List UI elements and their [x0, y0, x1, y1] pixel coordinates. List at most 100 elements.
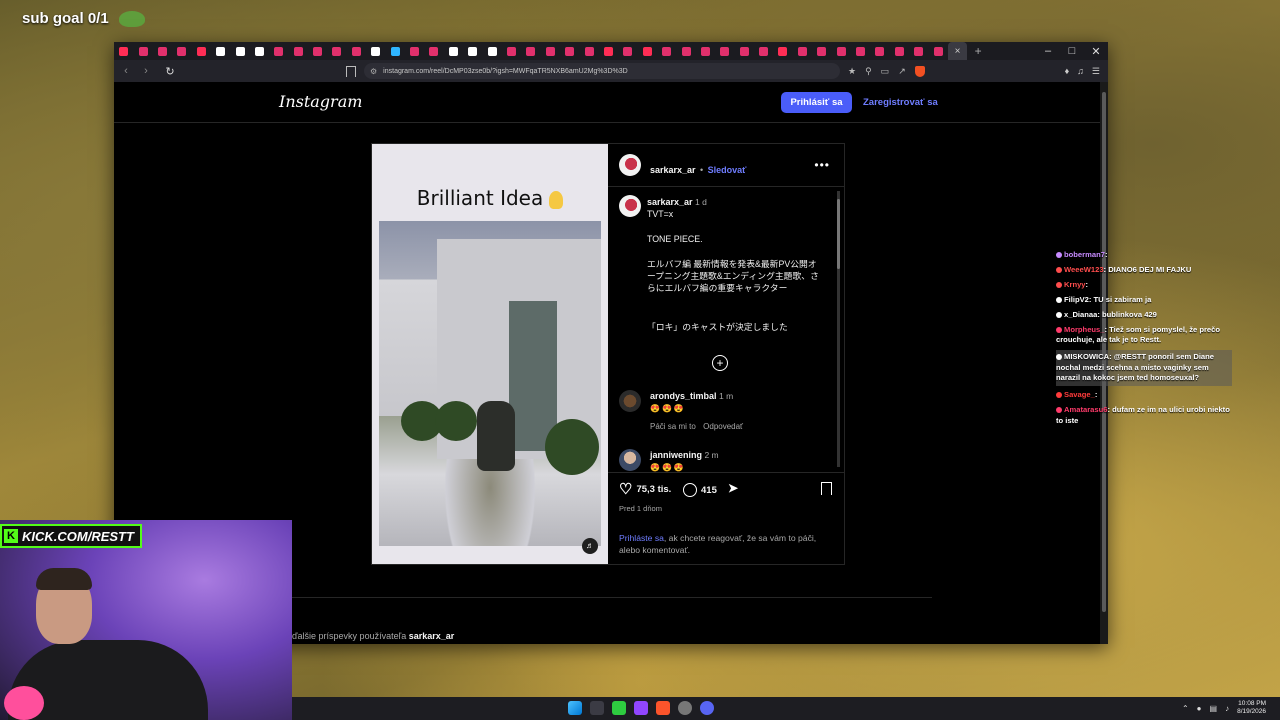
network-icon[interactable]: ▤: [1210, 704, 1218, 713]
browser-tab[interactable]: [114, 42, 133, 60]
browser-tab[interactable]: [754, 42, 773, 60]
chat-username[interactable]: WeeeW123: [1064, 265, 1104, 274]
forward-icon[interactable]: ›: [138, 65, 154, 77]
caption-username[interactable]: sarkarx_ar: [647, 197, 693, 207]
brave-icon[interactable]: [656, 701, 670, 715]
login-prompt-link[interactable]: Prihláste sa: [619, 533, 664, 543]
login-button[interactable]: Prihlásiť sa: [781, 92, 852, 113]
heart-icon[interactable]: ♡: [619, 480, 632, 498]
instagram-logo[interactable]: Instagram: [279, 92, 362, 111]
browser-tab[interactable]: [250, 42, 269, 60]
extensions-icon[interactable]: ♦: [1065, 66, 1070, 77]
reload-icon[interactable]: ↻: [162, 65, 178, 78]
browser-tab[interactable]: [211, 42, 230, 60]
chat-username[interactable]: FilipV2: [1064, 295, 1089, 304]
obs-icon[interactable]: [612, 701, 626, 715]
signup-link[interactable]: Zaregistrovať sa: [863, 97, 938, 108]
like-action[interactable]: ♡ 75,3 tis.: [619, 480, 671, 498]
browser-tab[interactable]: [385, 42, 404, 60]
translate-icon[interactable]: ★: [848, 66, 856, 77]
chat-username[interactable]: boberman7: [1064, 250, 1105, 259]
browser-tab[interactable]: [928, 42, 947, 60]
cast-icon[interactable]: ▭: [881, 66, 890, 77]
browser-tab[interactable]: [773, 42, 792, 60]
browser-tab[interactable]: [676, 42, 695, 60]
microphone-icon[interactable]: ●: [1197, 704, 1202, 713]
file-explorer-icon[interactable]: [590, 701, 604, 715]
tray-chevron-icon[interactable]: ⌃: [1182, 704, 1189, 713]
menu-icon[interactable]: ☰: [1092, 66, 1100, 77]
browser-tab[interactable]: [172, 42, 191, 60]
chat-username[interactable]: Amatarasu6: [1064, 405, 1107, 414]
caption-avatar[interactable]: [619, 195, 641, 217]
browser-tab[interactable]: [289, 42, 308, 60]
share-page-icon[interactable]: ↗: [898, 66, 906, 77]
window-close-icon[interactable]: ✕: [1084, 45, 1108, 58]
mute-icon[interactable]: ♬: [582, 538, 598, 554]
chat-username[interactable]: x_Dianaa: [1064, 310, 1097, 319]
share-icon[interactable]: ➤: [728, 481, 738, 495]
author-avatar[interactable]: [619, 154, 641, 176]
follow-button[interactable]: Sledovať: [708, 165, 747, 175]
comment-1-username[interactable]: arondys_timbal: [650, 391, 717, 401]
browser-tab[interactable]: [560, 42, 579, 60]
discord-icon[interactable]: [700, 701, 714, 715]
browser-tab[interactable]: [812, 42, 831, 60]
browser-tab[interactable]: [831, 42, 850, 60]
chat-username[interactable]: Savage_: [1064, 390, 1095, 399]
bookmark-icon[interactable]: [346, 65, 356, 77]
browser-tab[interactable]: [405, 42, 424, 60]
maximize-icon[interactable]: □: [1060, 45, 1084, 58]
clock[interactable]: 10:08 PM 8/19/2026: [1237, 700, 1266, 716]
save-icon[interactable]: [821, 482, 832, 495]
comment-2-username[interactable]: janniwening: [650, 450, 702, 460]
browser-tab[interactable]: [153, 42, 172, 60]
chat-username[interactable]: Morpheus_: [1064, 325, 1105, 334]
comment-icon[interactable]: [683, 483, 697, 497]
comment-1-likes[interactable]: Páči sa mi to: [650, 422, 696, 431]
browser-tab[interactable]: [541, 42, 560, 60]
browser-tab[interactable]: [579, 42, 598, 60]
comment-1-avatar[interactable]: [619, 390, 641, 412]
chat-username[interactable]: Krnyy: [1064, 280, 1086, 289]
browser-tab[interactable]: [133, 42, 152, 60]
browser-tab[interactable]: [463, 42, 482, 60]
browser-tab[interactable]: [715, 42, 734, 60]
windows-start-icon[interactable]: [568, 701, 582, 715]
active-tab[interactable]: ×: [947, 42, 968, 60]
browser-tab[interactable]: [851, 42, 870, 60]
browser-tab[interactable]: [482, 42, 501, 60]
comment-1-reply[interactable]: Odpovedať: [703, 422, 743, 431]
browser-tab[interactable]: [230, 42, 249, 60]
settings-icon[interactable]: [678, 701, 692, 715]
browser-tab[interactable]: [308, 42, 327, 60]
browser-tab[interactable]: [192, 42, 211, 60]
browser-tab[interactable]: [502, 42, 521, 60]
browser-tab[interactable]: [890, 42, 909, 60]
tab-close-icon[interactable]: ×: [955, 46, 961, 57]
twitch-icon[interactable]: [634, 701, 648, 715]
comments-scroll-thumb[interactable]: [837, 199, 840, 269]
browser-tab[interactable]: [521, 42, 540, 60]
browser-tab[interactable]: [696, 42, 715, 60]
browser-tab[interactable]: [327, 42, 346, 60]
comments-scrollbar[interactable]: [837, 191, 840, 467]
media-icon[interactable]: ♫: [1077, 66, 1084, 77]
browser-tab[interactable]: [599, 42, 618, 60]
browser-tab[interactable]: [347, 42, 366, 60]
load-more-plus-icon[interactable]: +: [712, 355, 728, 371]
browser-tab[interactable]: [269, 42, 288, 60]
more-posts-username[interactable]: sarkarx_ar: [409, 631, 455, 641]
browser-tab[interactable]: [638, 42, 657, 60]
browser-tab[interactable]: [909, 42, 928, 60]
zoom-icon[interactable]: ⚲: [865, 66, 872, 77]
browser-tab[interactable]: [366, 42, 385, 60]
reel-media[interactable]: Brilliant Idea ♬: [372, 144, 608, 564]
author-username[interactable]: sarkarx_ar: [650, 165, 696, 175]
address-bar[interactable]: ⚙ instagram.com/reel/DcMP03zse0b/?igsh=M…: [364, 63, 840, 79]
browser-tab[interactable]: [870, 42, 889, 60]
comment-2-avatar[interactable]: [619, 449, 641, 471]
browser-tab[interactable]: [793, 42, 812, 60]
browser-tab[interactable]: [618, 42, 637, 60]
brave-shield-icon[interactable]: [914, 65, 925, 77]
